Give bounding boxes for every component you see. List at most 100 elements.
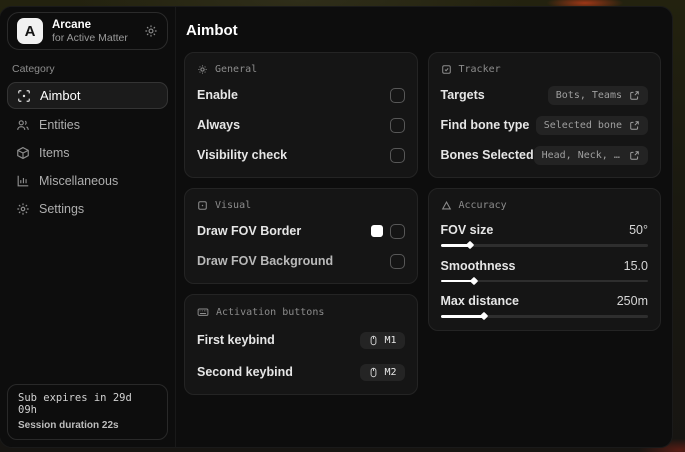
sidebar-item-settings[interactable]: Settings [7, 196, 168, 221]
visual-card-header: Visual [197, 198, 405, 211]
card-header-label: Activation buttons [216, 306, 325, 318]
setting-label: Draw FOV Background [197, 254, 334, 268]
slider-fill [440, 276, 478, 285]
activation-card-header: Activation buttons [197, 304, 405, 318]
expand-icon [629, 90, 640, 101]
main-content: Aimbot General Enable Always Visibility … [176, 7, 672, 447]
game-background: A Arcane for Active Matter Category Aimb… [0, 0, 685, 452]
keybind-value: M2 [384, 366, 397, 378]
setting-row-smoothness: Smoothness 15.0 [440, 258, 648, 285]
slider-thumb[interactable] [479, 312, 489, 321]
cheat-window: A Arcane for Active Matter Category Aimb… [0, 7, 672, 447]
sidebar-item-aimbot[interactable]: Aimbot [7, 82, 168, 109]
setting-row-fov-border: Draw FOV Border [197, 221, 405, 241]
setting-label: Find bone type [440, 118, 530, 132]
always-checkbox[interactable] [389, 117, 405, 133]
targets-dropdown[interactable]: Bots, Teams [547, 85, 648, 105]
sidebar-item-label: Aimbot [40, 88, 81, 103]
fov-background-checkbox[interactable] [389, 253, 405, 269]
setting-row-second-keybind: Second keybind M2 [197, 362, 405, 382]
subscription-card: Sub expires in 29d 09h Session duration … [7, 384, 168, 440]
bones-selected-dropdown[interactable]: Head, Neck, Body, Pe.. [533, 145, 648, 165]
fov-border-controls [370, 223, 405, 239]
mouse-icon [368, 335, 379, 346]
setting-row-targets: Targets Bots, Teams [441, 85, 648, 105]
dropdown-value: Bots, Teams [555, 89, 622, 101]
expand-icon [629, 120, 640, 131]
smoothness-slider[interactable] [440, 276, 648, 285]
setting-row-find-bone-type: Find bone type Selected bone [440, 115, 648, 135]
setting-row-first-keybind: First keybind M1 [197, 330, 405, 350]
session-duration-text: Session duration 22s [18, 420, 119, 431]
sidebar-item-label: Items [39, 145, 70, 160]
slider-thumb[interactable] [469, 276, 478, 285]
slider-value: 15.0 [623, 258, 648, 273]
app-logo: A [17, 18, 43, 44]
setting-row-bones-selected: Bones Selected Head, Neck, Body, Pe.. [440, 145, 648, 165]
accuracy-card: Accuracy FOV size 50° Smoothness 15.0 Ma… [427, 188, 661, 331]
fov-border-color-swatch[interactable] [370, 225, 383, 237]
right-column: Tracker Targets Bots, Teams Find bone ty… [427, 52, 661, 395]
content-columns: General Enable Always Visibility check V… [184, 52, 661, 395]
sun-icon [197, 64, 208, 75]
find-bone-type-dropdown[interactable]: Selected bone [535, 115, 648, 135]
card-header-label: Visual [215, 200, 252, 211]
brand-text: Arcane for Active Matter [52, 19, 128, 44]
setting-label: Visibility check [197, 148, 288, 162]
setting-row-enable: Enable [197, 85, 405, 105]
settings-gear-icon[interactable] [144, 24, 158, 38]
visibility-check-checkbox[interactable] [389, 147, 405, 163]
dropdown-value: Head, Neck, Body, Pe.. [541, 149, 622, 161]
enable-checkbox[interactable] [389, 87, 405, 103]
max-distance-slider[interactable] [440, 312, 648, 321]
slider-fill [440, 312, 489, 321]
keybind-value: M1 [384, 334, 397, 346]
crosshair-icon [17, 89, 31, 103]
tracker-card: Tracker Targets Bots, Teams Find bone ty… [427, 52, 661, 178]
sidebar: A Arcane for Active Matter Category Aimb… [0, 7, 176, 447]
tracker-card-header: Tracker [441, 62, 649, 75]
slider-value: 50° [629, 223, 648, 237]
dropdown-value: Selected bone [543, 119, 622, 131]
card-header-label: Tracker [458, 64, 501, 75]
app-logo-letter: A [24, 22, 36, 40]
setting-label: Always [197, 118, 241, 132]
brand-card: A Arcane for Active Matter [7, 12, 168, 50]
fov-size-slider[interactable] [440, 241, 648, 250]
setting-label: Max distance [440, 294, 520, 308]
sidebar-item-label: Miscellaneous [39, 173, 119, 188]
tracker-icon [441, 64, 452, 75]
setting-row-fov-background: Draw FOV Background [197, 251, 405, 271]
setting-row-fov-size: FOV size 50° [440, 223, 648, 250]
setting-label: Enable [197, 88, 238, 102]
app-subtitle: for Active Matter [52, 31, 128, 44]
fov-border-checkbox[interactable] [389, 223, 405, 239]
sidebar-item-items[interactable]: Items [7, 140, 168, 165]
gear-icon [16, 202, 30, 216]
general-card-header: General [197, 62, 405, 75]
mouse-icon [368, 367, 379, 378]
left-column: General Enable Always Visibility check V… [184, 52, 418, 395]
chart-icon [16, 174, 30, 188]
second-keybind-button[interactable]: M2 [360, 363, 405, 381]
general-card: General Enable Always Visibility check [184, 52, 418, 178]
slider-value: 250m [616, 294, 648, 308]
sidebar-item-miscellaneous[interactable]: Miscellaneous [7, 168, 168, 193]
sidebar-item-label: Entities [39, 117, 80, 132]
app-title: Arcane [52, 18, 91, 31]
accuracy-card-header: Accuracy [441, 198, 649, 211]
sidebar-item-entities[interactable]: Entities [7, 112, 168, 137]
frame-icon [197, 200, 208, 211]
category-nav: Aimbot Entities Items Miscellaneous Sett… [7, 82, 168, 221]
expand-icon [629, 150, 640, 161]
setting-label: Bones Selected [440, 148, 534, 162]
first-keybind-button[interactable]: M1 [360, 331, 405, 349]
visual-card: Visual Draw FOV Border Draw FOV Backgrou… [184, 188, 418, 284]
sub-expiry-text: Sub expires in 29d 09h [18, 392, 132, 416]
sidebar-item-label: Settings [39, 201, 85, 216]
slider-thumb[interactable] [465, 241, 474, 250]
keyboard-icon [197, 306, 209, 318]
card-header-label: Accuracy [458, 200, 507, 211]
setting-label: First keybind [197, 333, 275, 347]
category-label: Category [12, 63, 55, 75]
